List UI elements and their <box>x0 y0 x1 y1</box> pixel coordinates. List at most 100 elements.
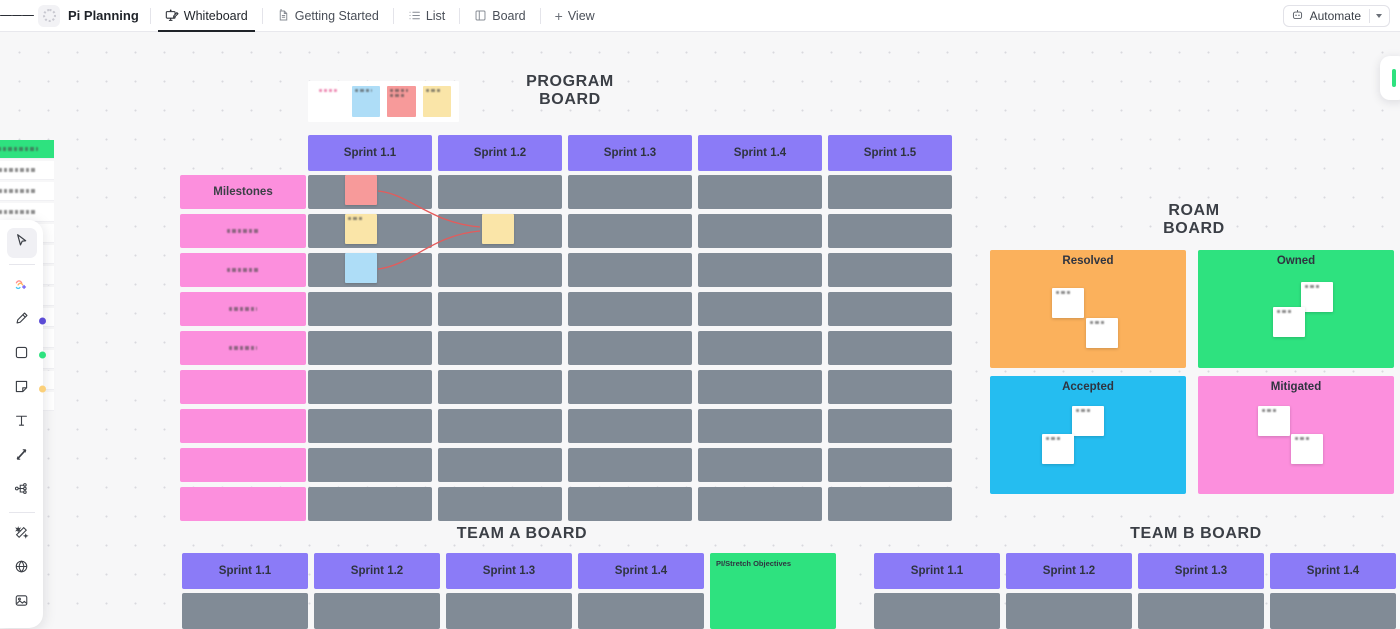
roam-note[interactable] <box>1052 288 1084 318</box>
roam-note[interactable] <box>1291 434 1323 464</box>
program-grid-cell[interactable] <box>698 175 822 209</box>
text-tool[interactable] <box>7 408 37 438</box>
sticky-tool[interactable] <box>7 374 46 404</box>
program-grid-cell[interactable] <box>568 292 692 326</box>
program-grid-cell[interactable] <box>698 370 822 404</box>
roam-quadrant-mitigated[interactable]: Mitigated <box>1198 376 1394 494</box>
program-board-legend[interactable] <box>308 81 459 122</box>
tab-getting-started[interactable]: Getting Started <box>274 0 382 32</box>
sprint-header[interactable]: Sprint 1.3 <box>568 135 692 171</box>
program-grid-cell[interactable] <box>698 331 822 365</box>
roam-note[interactable] <box>1258 406 1290 436</box>
connector-tool[interactable] <box>7 442 37 472</box>
hamburger-menu-icon[interactable] <box>0 0 34 32</box>
embed-tool[interactable] <box>7 554 37 584</box>
program-row-label[interactable] <box>180 448 306 482</box>
program-row-label[interactable]: Milestones <box>180 175 306 209</box>
add-view-button[interactable]: + View <box>552 0 598 32</box>
program-grid-cell[interactable] <box>828 370 952 404</box>
roam-note[interactable] <box>1301 282 1333 312</box>
program-grid-cell[interactable] <box>308 448 432 482</box>
team-a-board[interactable]: TEAM A BOARD Sprint 1.1 Sprint 1.2 Sprin… <box>182 517 842 629</box>
legend-note[interactable] <box>351 86 380 117</box>
roam-quadrant-resolved[interactable]: Resolved <box>990 250 1186 368</box>
chevron-down-icon[interactable] <box>1376 13 1382 18</box>
program-sticky-note[interactable] <box>345 214 377 244</box>
team-b-grid-cell[interactable] <box>1270 593 1396 629</box>
program-grid-cell[interactable] <box>698 292 822 326</box>
legend-note[interactable] <box>316 86 345 117</box>
right-edge-panel[interactable] <box>1380 56 1400 100</box>
program-grid-cell[interactable] <box>568 214 692 248</box>
magic-tool[interactable] <box>7 520 37 550</box>
roam-note[interactable] <box>1072 406 1104 436</box>
roam-board[interactable]: ROAM BOARD Resolved Owned Accepted Mitig… <box>988 202 1400 522</box>
roam-note[interactable] <box>1086 318 1118 348</box>
roam-note[interactable] <box>1042 434 1074 464</box>
tab-whiteboard[interactable]: Whiteboard <box>157 0 255 32</box>
program-grid-cell[interactable] <box>438 448 562 482</box>
program-grid-cell[interactable] <box>308 409 432 443</box>
mindmap-tool[interactable] <box>7 476 37 506</box>
tab-list[interactable]: List <box>405 0 448 32</box>
program-grid-cell[interactable] <box>698 487 822 521</box>
program-grid-cell[interactable] <box>438 253 562 287</box>
team-b-grid-cell[interactable] <box>874 593 1000 629</box>
whiteboard-canvas[interactable]: NDA <box>0 32 1400 629</box>
program-sticky-note[interactable] <box>345 175 377 205</box>
program-grid-cell[interactable] <box>828 409 952 443</box>
roam-quadrant-accepted[interactable]: Accepted <box>990 376 1186 494</box>
sprint-header[interactable]: Sprint 1.2 <box>438 135 562 171</box>
program-grid-cell[interactable] <box>698 448 822 482</box>
team-a-grid-cell[interactable] <box>314 593 440 629</box>
program-grid-cell[interactable] <box>438 409 562 443</box>
ai-tool[interactable] <box>7 272 37 302</box>
sprint-header[interactable]: Sprint 1.2 <box>1006 553 1132 589</box>
roam-quadrant-owned[interactable]: Owned <box>1198 250 1394 368</box>
team-b-grid-cell[interactable] <box>1138 593 1264 629</box>
sprint-header[interactable]: Sprint 1.3 <box>1138 553 1264 589</box>
program-grid-cell[interactable] <box>698 214 822 248</box>
team-a-grid-cell[interactable] <box>578 593 704 629</box>
sprint-header[interactable]: Sprint 1.5 <box>828 135 952 171</box>
program-row-label[interactable] <box>180 370 306 404</box>
program-row-label[interactable] <box>180 487 306 521</box>
program-grid-cell[interactable] <box>568 409 692 443</box>
program-grid-cell[interactable] <box>828 331 952 365</box>
program-grid-cell[interactable] <box>828 292 952 326</box>
program-grid-cell[interactable] <box>698 253 822 287</box>
program-grid-cell[interactable] <box>308 292 432 326</box>
program-row-label[interactable] <box>180 214 306 248</box>
agenda-cell[interactable] <box>0 161 54 180</box>
program-grid-cell[interactable] <box>308 370 432 404</box>
program-grid-cell[interactable] <box>828 214 952 248</box>
program-grid-cell[interactable] <box>438 487 562 521</box>
shape-tool[interactable] <box>7 340 46 370</box>
program-grid-cell[interactable] <box>568 175 692 209</box>
program-row-label[interactable] <box>180 253 306 287</box>
pen-tool[interactable] <box>7 306 46 336</box>
program-grid-cell[interactable] <box>568 370 692 404</box>
team-a-grid-cell[interactable] <box>446 593 572 629</box>
program-grid-cell[interactable] <box>308 331 432 365</box>
sprint-header[interactable]: Sprint 1.3 <box>446 553 572 589</box>
select-tool[interactable] <box>6 228 37 258</box>
program-sticky-note[interactable] <box>345 253 377 283</box>
program-grid-cell[interactable] <box>698 409 822 443</box>
image-tool[interactable] <box>7 588 37 618</box>
program-row-label[interactable] <box>180 331 306 365</box>
program-grid-cell[interactable] <box>308 487 432 521</box>
team-b-board[interactable]: TEAM B BOARD Sprint 1.1 Sprint 1.2 Sprin… <box>874 517 1400 629</box>
program-grid-cell[interactable] <box>438 292 562 326</box>
program-board[interactable]: PROGRAM BOARD Sprint 1.1 Sprint 1.2 Spri… <box>180 51 970 521</box>
program-row-label[interactable] <box>180 409 306 443</box>
sprint-header[interactable]: Sprint 1.2 <box>314 553 440 589</box>
roam-note[interactable] <box>1273 307 1305 337</box>
program-grid-cell[interactable] <box>568 331 692 365</box>
legend-note[interactable] <box>422 86 451 117</box>
program-grid-cell[interactable] <box>828 448 952 482</box>
program-row-label[interactable] <box>180 292 306 326</box>
program-grid-cell[interactable] <box>438 175 562 209</box>
sprint-header[interactable]: Sprint 1.4 <box>698 135 822 171</box>
program-grid-cell[interactable] <box>828 175 952 209</box>
